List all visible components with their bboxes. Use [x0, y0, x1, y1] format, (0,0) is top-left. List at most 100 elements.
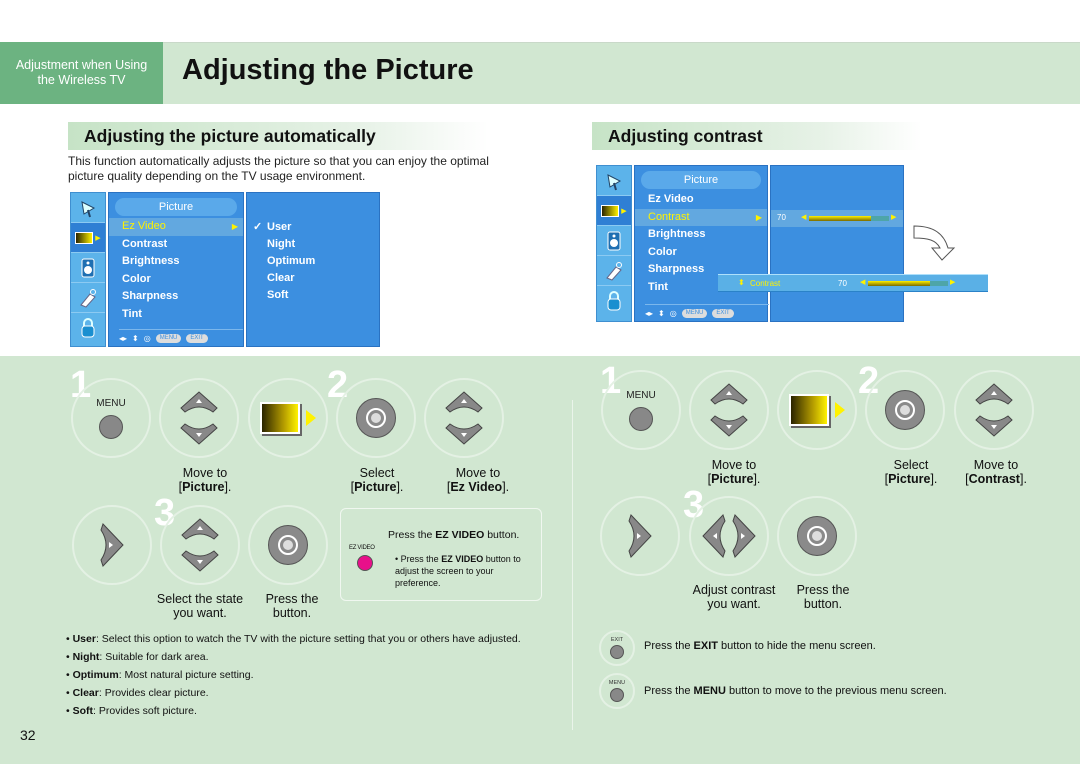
menu-small-button[interactable]: MENU	[599, 673, 635, 709]
slider-right-icon: ▶	[891, 214, 897, 221]
satellite-icon	[71, 193, 105, 223]
option-soft[interactable]: Soft	[247, 287, 379, 304]
section-heading-contrast: Adjusting contrast	[592, 122, 922, 150]
menu-item-sharpness[interactable]: Sharpness	[109, 288, 243, 306]
caption-press-button: Press the button.	[796, 583, 850, 611]
menu-label: MENU	[96, 397, 126, 409]
submenu-arrow-icon: ▶	[755, 212, 762, 222]
slider-left-icon: ◀	[801, 214, 807, 221]
up-down-arrows-icon	[710, 383, 748, 437]
picture-menu-step	[248, 378, 328, 458]
popup-slider-fill	[868, 281, 931, 286]
picture-icon	[789, 394, 829, 426]
ez-video-button-label: EZ VIDEO	[349, 545, 375, 551]
option-optimum[interactable]: Optimum	[247, 253, 379, 270]
caption-select-picture: Select [Picture].	[350, 466, 404, 494]
menu-main: Picture Ez Video Contrast ▶ Brightness Co…	[634, 165, 769, 322]
popup-slider-track[interactable]	[868, 281, 948, 286]
right-button[interactable]	[600, 496, 680, 576]
mode-descriptions: • User: Select this option to watch the …	[66, 630, 546, 720]
up-down-icon: ⬍	[738, 278, 745, 287]
intro-text: This function automatically adjusts the …	[68, 154, 489, 183]
arrow-right-icon	[306, 410, 316, 426]
ez-video-heading: Press the EZ VIDEO button.	[388, 529, 520, 541]
exit-pill: EXIT	[186, 334, 208, 343]
submenu-options: ✓ User Night Optimum Clear Soft	[246, 192, 380, 347]
column-divider	[572, 400, 573, 730]
contrast-slider-row[interactable]: 70 ◀ ▶	[771, 210, 903, 227]
contrast-popup-bar[interactable]: ⬍ Contrast 70 ◀ ▶	[718, 274, 988, 292]
contrast-slider-fill	[809, 216, 872, 221]
option-night[interactable]: Night	[247, 236, 379, 253]
menu-main: Picture Ez Video ▶ Contrast Brightness Co…	[108, 192, 244, 347]
lock-icon	[71, 313, 105, 343]
option-clear[interactable]: Clear	[247, 270, 379, 287]
slider-right-icon: ▶	[950, 279, 956, 286]
slider-left-icon: ◀	[860, 279, 866, 286]
up-down-button[interactable]	[954, 370, 1034, 450]
menu-item-ez-video[interactable]: Ez Video	[635, 191, 767, 209]
exit-pill: EXIT	[712, 309, 734, 318]
menu-item-contrast[interactable]: Contrast	[109, 236, 243, 254]
exit-button[interactable]: EXIT	[599, 630, 635, 666]
left-right-arrows-icon	[702, 514, 756, 558]
picture-menu-step	[777, 370, 857, 450]
page-number: 32	[20, 727, 36, 743]
menu-item-color[interactable]: Color	[109, 271, 243, 289]
menu-item-contrast[interactable]: Contrast ▶	[635, 208, 767, 226]
left-right-button[interactable]	[689, 496, 769, 576]
section-heading-auto: Adjusting the picture automatically	[68, 122, 488, 150]
left-right-icon: ◂▸	[119, 334, 128, 343]
ok-button[interactable]	[777, 496, 857, 576]
caption-move-ezvideo: Move to [Ez Video].	[446, 466, 510, 494]
caption-move-picture: Move to [Picture].	[707, 458, 761, 486]
arrow-right-icon	[835, 402, 845, 418]
up-down-button[interactable]	[689, 370, 769, 450]
ok-button[interactable]	[248, 505, 328, 585]
right-button[interactable]	[72, 505, 152, 585]
popup-label: Contrast	[750, 279, 781, 288]
menu-pill: MENU	[681, 309, 708, 318]
speaker-icon	[597, 226, 631, 256]
up-down-arrows-icon	[445, 391, 483, 445]
up-down-button[interactable]	[160, 505, 240, 585]
picture-icon	[260, 402, 300, 434]
menu-item-color[interactable]: Color	[635, 244, 767, 262]
ok-button-icon	[885, 390, 925, 430]
up-down-button[interactable]	[424, 378, 504, 458]
caption-move-contrast: Move to [Contrast].	[965, 458, 1027, 486]
popup-value: 70	[838, 279, 847, 288]
menu-footer: ◂▸ ⬍ ◎ MENU EXIT	[645, 304, 769, 318]
menu-sidebar: ▶	[596, 165, 632, 322]
curved-arrow-icon	[913, 225, 956, 261]
lock-icon	[597, 286, 631, 316]
page-title: Adjusting the Picture	[182, 54, 474, 86]
section-tab-line1: Adjustment when Using	[15, 58, 148, 72]
menu-item-brightness[interactable]: Brightness	[635, 226, 767, 244]
menu-item-tint[interactable]: Tint	[109, 306, 243, 324]
menu-item-brightness[interactable]: Brightness	[109, 253, 243, 271]
menu-button[interactable]: MENU	[601, 370, 681, 450]
menu-sidebar: ▶	[70, 192, 106, 347]
ez-video-button[interactable]	[357, 555, 373, 571]
contrast-slider-track[interactable]	[809, 216, 889, 221]
ok-button[interactable]	[865, 370, 945, 450]
left-right-icon: ◂▸	[645, 309, 654, 318]
menu-title: Picture	[115, 198, 237, 216]
up-down-arrows-icon	[975, 383, 1013, 437]
bullet-night: • Night: Suitable for dark area.	[66, 651, 209, 663]
menu-item-ez-video[interactable]: Ez Video ▶	[109, 218, 243, 236]
option-user[interactable]: ✓ User	[247, 219, 379, 236]
contrast-value: 70	[777, 213, 786, 222]
up-down-icon: ⬍	[132, 334, 139, 343]
menu-note: Press the MENU button to move to the pre…	[644, 685, 947, 697]
caption-adjust-contrast: Adjust contrast you want.	[692, 583, 776, 611]
tag-icon	[71, 283, 105, 313]
bullet-user: • User: Select this option to watch the …	[66, 633, 521, 645]
right-arrow-icon	[100, 523, 124, 567]
up-down-arrows-icon	[180, 391, 218, 445]
caption-move-picture: Move to [Picture].	[178, 466, 232, 494]
ok-button[interactable]	[336, 378, 416, 458]
menu-button[interactable]: MENU	[71, 378, 151, 458]
up-down-button[interactable]	[159, 378, 239, 458]
